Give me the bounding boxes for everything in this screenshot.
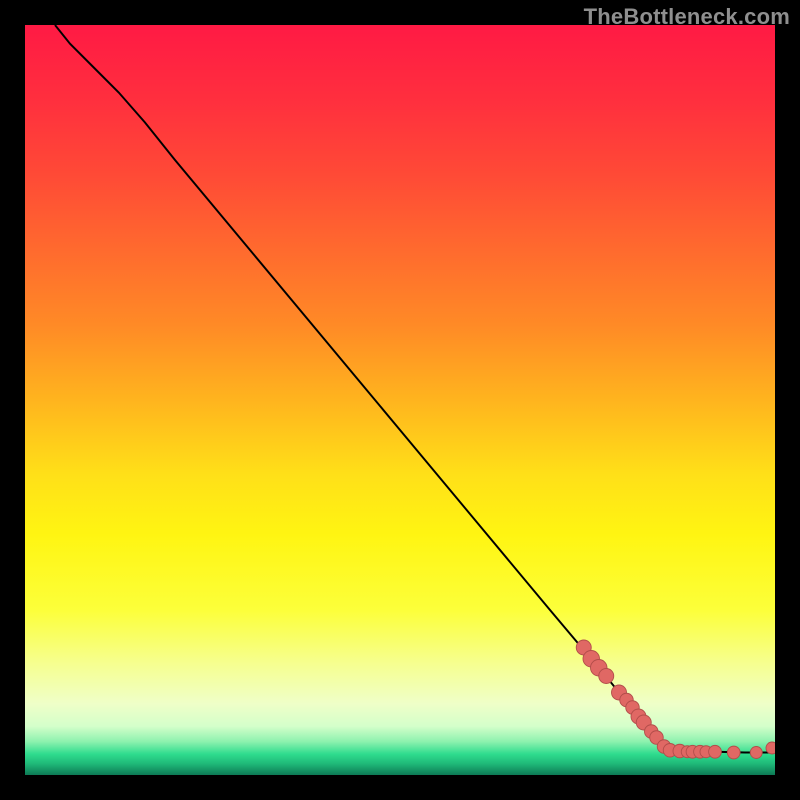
data-marker	[599, 669, 614, 684]
gradient-background	[25, 25, 775, 775]
chart-container: TheBottleneck.com	[0, 0, 800, 800]
data-marker	[709, 745, 722, 758]
watermark-label: TheBottleneck.com	[584, 4, 790, 30]
plot-area	[25, 25, 775, 775]
chart-svg	[25, 25, 775, 775]
data-marker	[750, 747, 762, 759]
data-marker	[766, 742, 775, 754]
data-marker	[727, 746, 740, 759]
